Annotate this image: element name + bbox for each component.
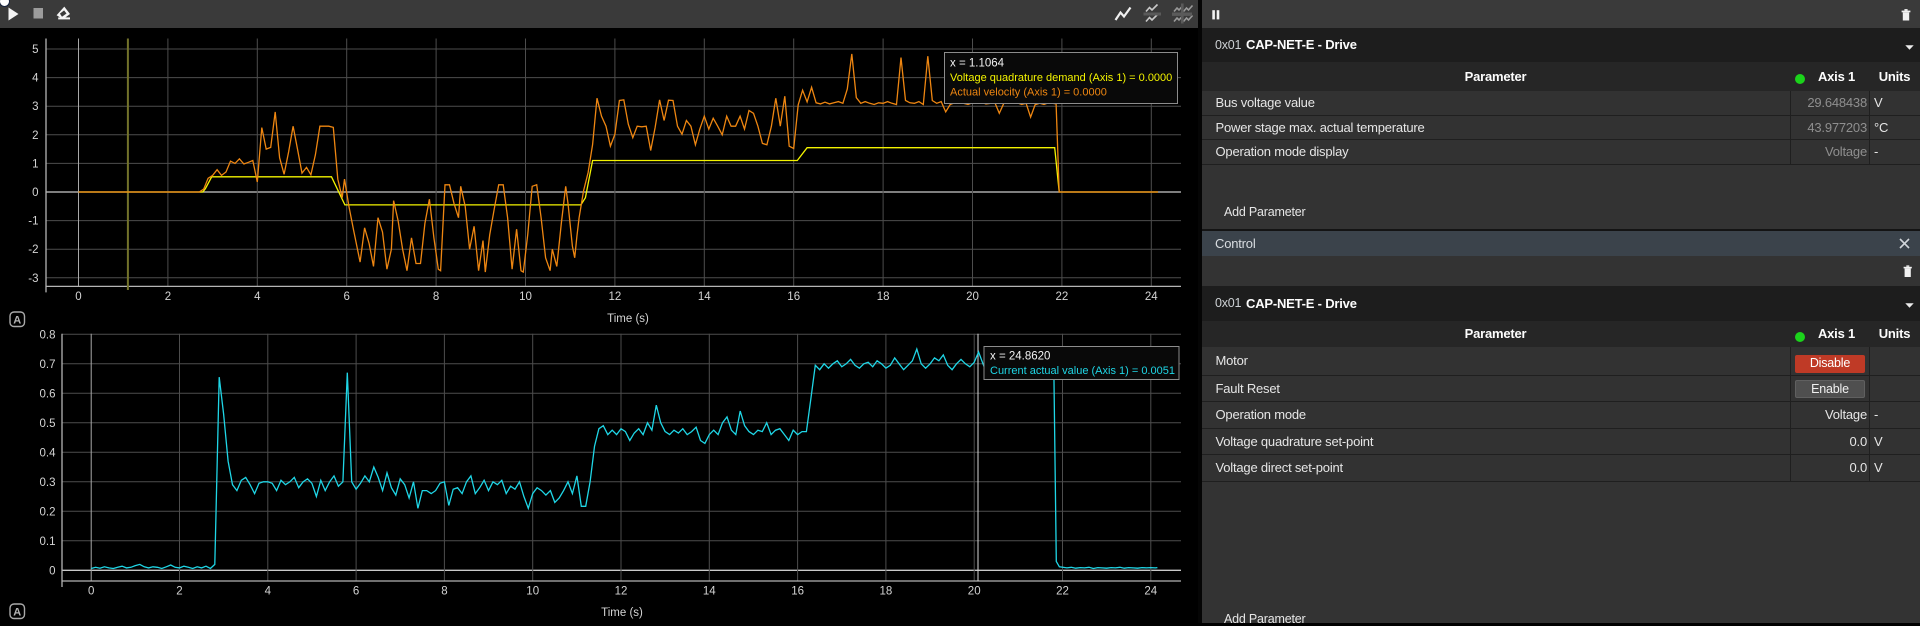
svg-text:14: 14 xyxy=(703,586,716,598)
svg-text:Time (s): Time (s) xyxy=(601,607,643,619)
svg-text:0: 0 xyxy=(49,565,55,577)
svg-text:6: 6 xyxy=(343,291,349,303)
svg-text:24: 24 xyxy=(1144,586,1157,598)
svg-text:18: 18 xyxy=(877,291,890,303)
svg-text:4: 4 xyxy=(265,586,272,598)
svg-text:20: 20 xyxy=(966,291,979,303)
svg-text:8: 8 xyxy=(433,291,439,303)
svg-text:18: 18 xyxy=(880,586,893,598)
svg-text:0.6: 0.6 xyxy=(40,388,56,400)
svg-text:0.3: 0.3 xyxy=(40,477,56,489)
svg-text:3: 3 xyxy=(32,101,38,113)
svg-text:10: 10 xyxy=(526,586,539,598)
svg-text:2: 2 xyxy=(165,291,171,303)
svg-text:0.1: 0.1 xyxy=(40,536,56,548)
svg-text:x = 1.1064: x = 1.1064 xyxy=(950,58,1005,70)
svg-text:24: 24 xyxy=(1145,291,1158,303)
svg-text:4: 4 xyxy=(254,291,261,303)
svg-text:5: 5 xyxy=(32,44,38,56)
svg-text:0.8: 0.8 xyxy=(40,329,56,341)
svg-text:22: 22 xyxy=(1056,586,1069,598)
svg-text:10: 10 xyxy=(519,291,532,303)
svg-text:0.4: 0.4 xyxy=(40,447,57,459)
svg-text:-1: -1 xyxy=(28,216,38,228)
svg-text:8: 8 xyxy=(441,586,447,598)
svg-text:14: 14 xyxy=(698,291,711,303)
svg-text:2: 2 xyxy=(176,586,182,598)
svg-text:22: 22 xyxy=(1056,291,1069,303)
svg-text:6: 6 xyxy=(353,586,359,598)
svg-text:Current actual value (Axis 1): Current actual value (Axis 1) = 0.0051 xyxy=(990,365,1175,377)
svg-text:Actual velocity (Axis 1) = 0.0: Actual velocity (Axis 1) = 0.0000 xyxy=(950,87,1107,99)
svg-text:A: A xyxy=(13,607,21,619)
svg-text:2: 2 xyxy=(32,130,38,142)
svg-text:0.5: 0.5 xyxy=(40,418,56,430)
svg-text:0.2: 0.2 xyxy=(40,506,56,518)
svg-text:Voltage quadrature demand (Axi: Voltage quadrature demand (Axis 1) = 0.0… xyxy=(950,72,1172,84)
svg-text:12: 12 xyxy=(615,586,628,598)
svg-text:0: 0 xyxy=(32,187,38,199)
svg-text:A: A xyxy=(13,315,21,327)
svg-text:x = 24.8620: x = 24.8620 xyxy=(990,351,1050,363)
svg-text:20: 20 xyxy=(968,586,981,598)
svg-text:-3: -3 xyxy=(28,273,38,285)
svg-text:Time (s): Time (s) xyxy=(607,313,649,325)
svg-text:0: 0 xyxy=(75,291,81,303)
svg-text:16: 16 xyxy=(787,291,800,303)
svg-text:0: 0 xyxy=(88,586,94,598)
svg-text:12: 12 xyxy=(609,291,622,303)
svg-text:-2: -2 xyxy=(28,244,38,256)
svg-text:4: 4 xyxy=(32,73,39,85)
svg-text:16: 16 xyxy=(791,586,804,598)
svg-text:0.7: 0.7 xyxy=(40,359,56,371)
svg-text:1: 1 xyxy=(32,158,38,170)
